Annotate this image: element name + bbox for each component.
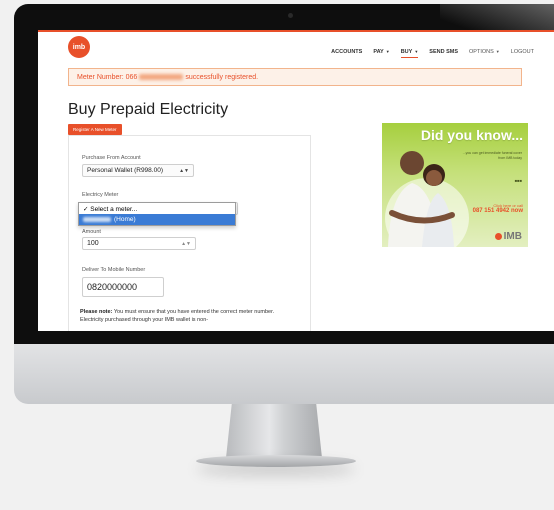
nav-logout[interactable]: LOGOUT [511,49,534,55]
main-nav: ACCOUNTS PAY ▼ BUY ▼ SEND SMS OPTIONS ▼ LOG… [331,49,534,58]
note-heading: Please note: [80,309,113,315]
stepper-icon[interactable]: ▲▼ [181,241,191,247]
monitor-stand [226,404,322,458]
mobile-number-value: 0820000000 [87,282,138,292]
page-title: Buy Prepaid Electricity [68,101,229,118]
mobile-number-input[interactable]: 0820000000 [82,277,164,297]
monitor-stand-base [196,455,356,467]
chevron-down-icon: ▼ [414,49,419,54]
meter-option-home[interactable]: (Home) [79,214,235,225]
success-alert: Meter Number: 066 successfully registere… [68,68,522,86]
brand-top-bar [38,30,554,32]
meter-label: Electricy Meter [82,192,119,198]
register-meter-button[interactable]: Register A New Meter [68,124,122,135]
ad-contact-number: 087 151 4942 now [472,208,523,214]
account-label: Purchase From Account [82,155,141,161]
amount-value: 100 [87,240,99,247]
nav-send-sms[interactable]: SEND SMS [429,49,458,55]
amount-label: Amount [82,229,101,235]
select-arrows-icon: ▲▼ [179,167,189,174]
imb-logo[interactable]: imb [68,36,90,58]
account-select[interactable]: Personal Wallet (R998.00) ▲▼ [82,164,194,177]
funeral-cover-ad[interactable]: Did you know... ...you can get immediate… [382,123,528,247]
webcam [288,13,293,18]
ad-partner-badge-icon: ■■■ [514,178,522,183]
account-select-value: Personal Wallet (R998.00) [87,167,163,174]
mobile-label: Deliver To Mobile Number [82,267,146,273]
meter-option-placeholder[interactable]: ✓ Select a meter... [79,203,235,214]
alert-prefix: Meter Number: 066 [77,73,138,81]
monitor-chin [14,344,554,404]
redacted-meter-number [139,74,184,80]
chevron-down-icon: ▼ [385,49,390,54]
nav-buy[interactable]: BUY ▼ [400,49,419,58]
amount-input[interactable]: 100 ▲▼ [82,237,196,250]
ad-title: Did you know... [420,127,523,143]
browser-screen: imb ACCOUNTS PAY ▼ BUY ▼ SEND SMS OPTIONS ▼… [38,30,554,331]
nav-pay[interactable]: PAY ▼ [373,49,389,55]
ad-tagline: ...you can get immediate funeral cover f… [462,151,522,160]
purchase-note: Please note: You must ensure that you ha… [80,308,296,324]
chevron-down-icon: ▼ [495,49,500,54]
ad-contact: Click here or call 087 151 4942 now [473,203,523,214]
ad-brand-logo: IMB [494,231,522,242]
nav-options[interactable]: OPTIONS ▼ [469,49,500,55]
alert-suffix: successfully registered. [185,73,259,81]
nav-accounts[interactable]: ACCOUNTS [331,49,362,55]
imb-logo-icon [494,233,502,240]
meter-dropdown-list: ✓ Select a meter... (Home) [78,202,236,226]
redacted-meter-number [83,217,111,222]
